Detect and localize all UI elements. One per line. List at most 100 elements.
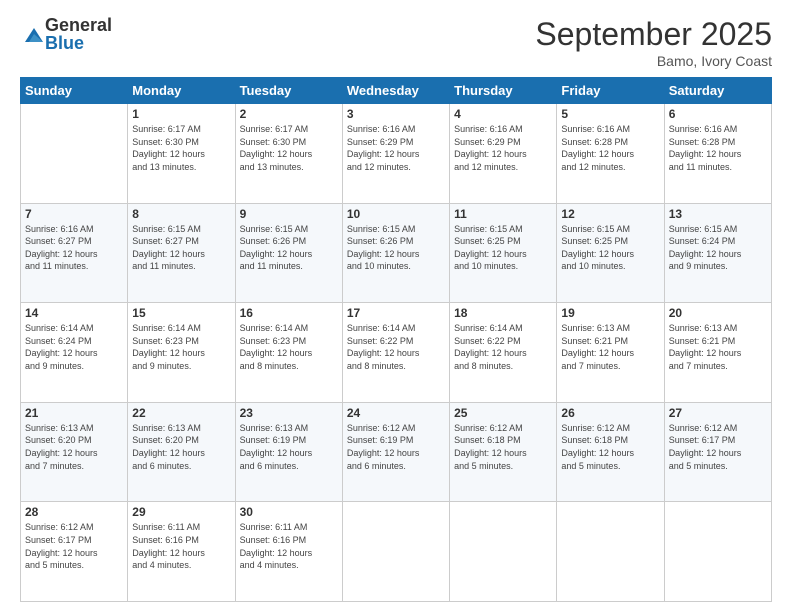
day-number: 26 xyxy=(561,406,659,420)
day-number: 15 xyxy=(132,306,230,320)
calendar-day-header: Tuesday xyxy=(235,78,342,104)
day-info: Sunrise: 6:16 AM Sunset: 6:27 PM Dayligh… xyxy=(25,223,123,273)
calendar-cell: 14Sunrise: 6:14 AM Sunset: 6:24 PM Dayli… xyxy=(21,303,128,403)
calendar-cell xyxy=(342,502,449,602)
day-number: 16 xyxy=(240,306,338,320)
day-number: 23 xyxy=(240,406,338,420)
day-number: 8 xyxy=(132,207,230,221)
calendar-cell: 27 Sunrise: 6:12 AM Sunset: 6:17 PM Dayli… xyxy=(664,402,771,502)
calendar-cell: 15 Sunrise: 6:14 AM Sunset: 6:23 PM Dayli… xyxy=(128,303,235,403)
logo-general: General xyxy=(45,16,112,34)
day-info: Sunrise: 6:14 AM Sunset: 6:22 PM Dayligh… xyxy=(347,322,445,372)
day-number: 4 xyxy=(454,107,552,121)
day-number: 22 xyxy=(132,406,230,420)
calendar-cell xyxy=(557,502,664,602)
day-info: Sunrise: 6:13 AM Sunset: 6:21 PM Dayligh… xyxy=(561,322,659,372)
day-info: Sunrise: 6:12 AM Sunset: 6:18 PM Dayligh… xyxy=(561,422,659,472)
logo-blue: Blue xyxy=(45,34,112,52)
day-info: Sunrise: 6:11 AM Sunset: 6:16 PM Dayligh… xyxy=(132,521,230,571)
calendar-cell: 26 Sunrise: 6:12 AM Sunset: 6:18 PM Dayli… xyxy=(557,402,664,502)
calendar-cell: 21 Sunrise: 6:13 AM Sunset: 6:20 PM Dayli… xyxy=(21,402,128,502)
calendar-cell: 17 Sunrise: 6:14 AM Sunset: 6:22 PM Dayli… xyxy=(342,303,449,403)
calendar-cell: 22Sunrise: 6:13 AM Sunset: 6:20 PM Dayli… xyxy=(128,402,235,502)
month-title: September 2025 xyxy=(535,16,772,53)
day-number: 13 xyxy=(669,207,767,221)
day-number: 7 xyxy=(25,207,123,221)
calendar-week-row: 28 Sunrise: 6:12 AM Sunset: 6:17 PM Dayli… xyxy=(21,502,772,602)
day-info: Sunrise: 6:12 AM Sunset: 6:18 PM Dayligh… xyxy=(454,422,552,472)
day-number: 14 xyxy=(25,306,123,320)
calendar-week-row: 1 Sunrise: 6:17 AM Sunset: 6:30 PM Daylig… xyxy=(21,104,772,204)
day-info: Sunrise: 6:17 AM Sunset: 6:30 PM Dayligh… xyxy=(240,123,338,173)
calendar-day-header: Sunday xyxy=(21,78,128,104)
calendar-day-header: Friday xyxy=(557,78,664,104)
day-info: Sunrise: 6:15 AM Sunset: 6:26 PM Dayligh… xyxy=(240,223,338,273)
day-number: 30 xyxy=(240,505,338,519)
calendar-cell: 16 Sunrise: 6:14 AM Sunset: 6:23 PM Dayli… xyxy=(235,303,342,403)
day-number: 3 xyxy=(347,107,445,121)
calendar-cell xyxy=(664,502,771,602)
calendar-cell: 23Sunrise: 6:13 AM Sunset: 6:19 PM Dayli… xyxy=(235,402,342,502)
calendar-cell: 13 Sunrise: 6:15 AM Sunset: 6:24 PM Dayli… xyxy=(664,203,771,303)
calendar-cell xyxy=(450,502,557,602)
day-number: 12 xyxy=(561,207,659,221)
day-number: 20 xyxy=(669,306,767,320)
calendar-week-row: 14Sunrise: 6:14 AM Sunset: 6:24 PM Dayli… xyxy=(21,303,772,403)
day-info: Sunrise: 6:15 AM Sunset: 6:26 PM Dayligh… xyxy=(347,223,445,273)
calendar-cell: 2 Sunrise: 6:17 AM Sunset: 6:30 PM Daylig… xyxy=(235,104,342,204)
calendar-cell xyxy=(21,104,128,204)
calendar-cell: 24Sunrise: 6:12 AM Sunset: 6:19 PM Dayli… xyxy=(342,402,449,502)
day-info: Sunrise: 6:16 AM Sunset: 6:28 PM Dayligh… xyxy=(669,123,767,173)
day-info: Sunrise: 6:12 AM Sunset: 6:19 PM Dayligh… xyxy=(347,422,445,472)
calendar-cell: 8 Sunrise: 6:15 AM Sunset: 6:27 PM Daylig… xyxy=(128,203,235,303)
day-number: 2 xyxy=(240,107,338,121)
day-number: 5 xyxy=(561,107,659,121)
calendar-day-header: Saturday xyxy=(664,78,771,104)
calendar-cell: 7 Sunrise: 6:16 AM Sunset: 6:27 PM Daylig… xyxy=(21,203,128,303)
day-info: Sunrise: 6:14 AM Sunset: 6:23 PM Dayligh… xyxy=(240,322,338,372)
calendar-header-row: SundayMondayTuesdayWednesdayThursdayFrid… xyxy=(21,78,772,104)
day-number: 19 xyxy=(561,306,659,320)
day-info: Sunrise: 6:12 AM Sunset: 6:17 PM Dayligh… xyxy=(669,422,767,472)
day-info: Sunrise: 6:16 AM Sunset: 6:29 PM Dayligh… xyxy=(347,123,445,173)
calendar-cell: 18Sunrise: 6:14 AM Sunset: 6:22 PM Dayli… xyxy=(450,303,557,403)
day-number: 6 xyxy=(669,107,767,121)
day-info: Sunrise: 6:12 AM Sunset: 6:17 PM Dayligh… xyxy=(25,521,123,571)
day-number: 1 xyxy=(132,107,230,121)
calendar-day-header: Wednesday xyxy=(342,78,449,104)
day-number: 28 xyxy=(25,505,123,519)
calendar-cell: 11Sunrise: 6:15 AM Sunset: 6:25 PM Dayli… xyxy=(450,203,557,303)
calendar-cell: 20 Sunrise: 6:13 AM Sunset: 6:21 PM Dayli… xyxy=(664,303,771,403)
day-info: Sunrise: 6:14 AM Sunset: 6:22 PM Dayligh… xyxy=(454,322,552,372)
calendar-table: SundayMondayTuesdayWednesdayThursdayFrid… xyxy=(20,77,772,602)
calendar-cell: 29Sunrise: 6:11 AM Sunset: 6:16 PM Dayli… xyxy=(128,502,235,602)
calendar-cell: 1 Sunrise: 6:17 AM Sunset: 6:30 PM Daylig… xyxy=(128,104,235,204)
day-number: 27 xyxy=(669,406,767,420)
day-info: Sunrise: 6:17 AM Sunset: 6:30 PM Dayligh… xyxy=(132,123,230,173)
day-number: 25 xyxy=(454,406,552,420)
calendar-day-header: Monday xyxy=(128,78,235,104)
logo: General Blue xyxy=(20,16,112,52)
calendar-cell: 25 Sunrise: 6:12 AM Sunset: 6:18 PM Dayli… xyxy=(450,402,557,502)
calendar-cell: 4 Sunrise: 6:16 AM Sunset: 6:29 PM Daylig… xyxy=(450,104,557,204)
header: General Blue September 2025 Bamo, Ivory … xyxy=(20,16,772,69)
day-number: 11 xyxy=(454,207,552,221)
day-info: Sunrise: 6:16 AM Sunset: 6:28 PM Dayligh… xyxy=(561,123,659,173)
day-info: Sunrise: 6:13 AM Sunset: 6:21 PM Dayligh… xyxy=(669,322,767,372)
calendar-cell: 3 Sunrise: 6:16 AM Sunset: 6:29 PM Daylig… xyxy=(342,104,449,204)
day-info: Sunrise: 6:11 AM Sunset: 6:16 PM Dayligh… xyxy=(240,521,338,571)
day-number: 21 xyxy=(25,406,123,420)
calendar-cell: 12Sunrise: 6:15 AM Sunset: 6:25 PM Dayli… xyxy=(557,203,664,303)
day-number: 9 xyxy=(240,207,338,221)
day-number: 10 xyxy=(347,207,445,221)
calendar-cell: 9 Sunrise: 6:15 AM Sunset: 6:26 PM Daylig… xyxy=(235,203,342,303)
day-info: Sunrise: 6:15 AM Sunset: 6:24 PM Dayligh… xyxy=(669,223,767,273)
day-info: Sunrise: 6:14 AM Sunset: 6:23 PM Dayligh… xyxy=(132,322,230,372)
day-info: Sunrise: 6:16 AM Sunset: 6:29 PM Dayligh… xyxy=(454,123,552,173)
calendar-week-row: 21 Sunrise: 6:13 AM Sunset: 6:20 PM Dayli… xyxy=(21,402,772,502)
day-info: Sunrise: 6:15 AM Sunset: 6:27 PM Dayligh… xyxy=(132,223,230,273)
day-info: Sunrise: 6:13 AM Sunset: 6:20 PM Dayligh… xyxy=(25,422,123,472)
calendar-cell: 28 Sunrise: 6:12 AM Sunset: 6:17 PM Dayli… xyxy=(21,502,128,602)
day-number: 17 xyxy=(347,306,445,320)
calendar-day-header: Thursday xyxy=(450,78,557,104)
